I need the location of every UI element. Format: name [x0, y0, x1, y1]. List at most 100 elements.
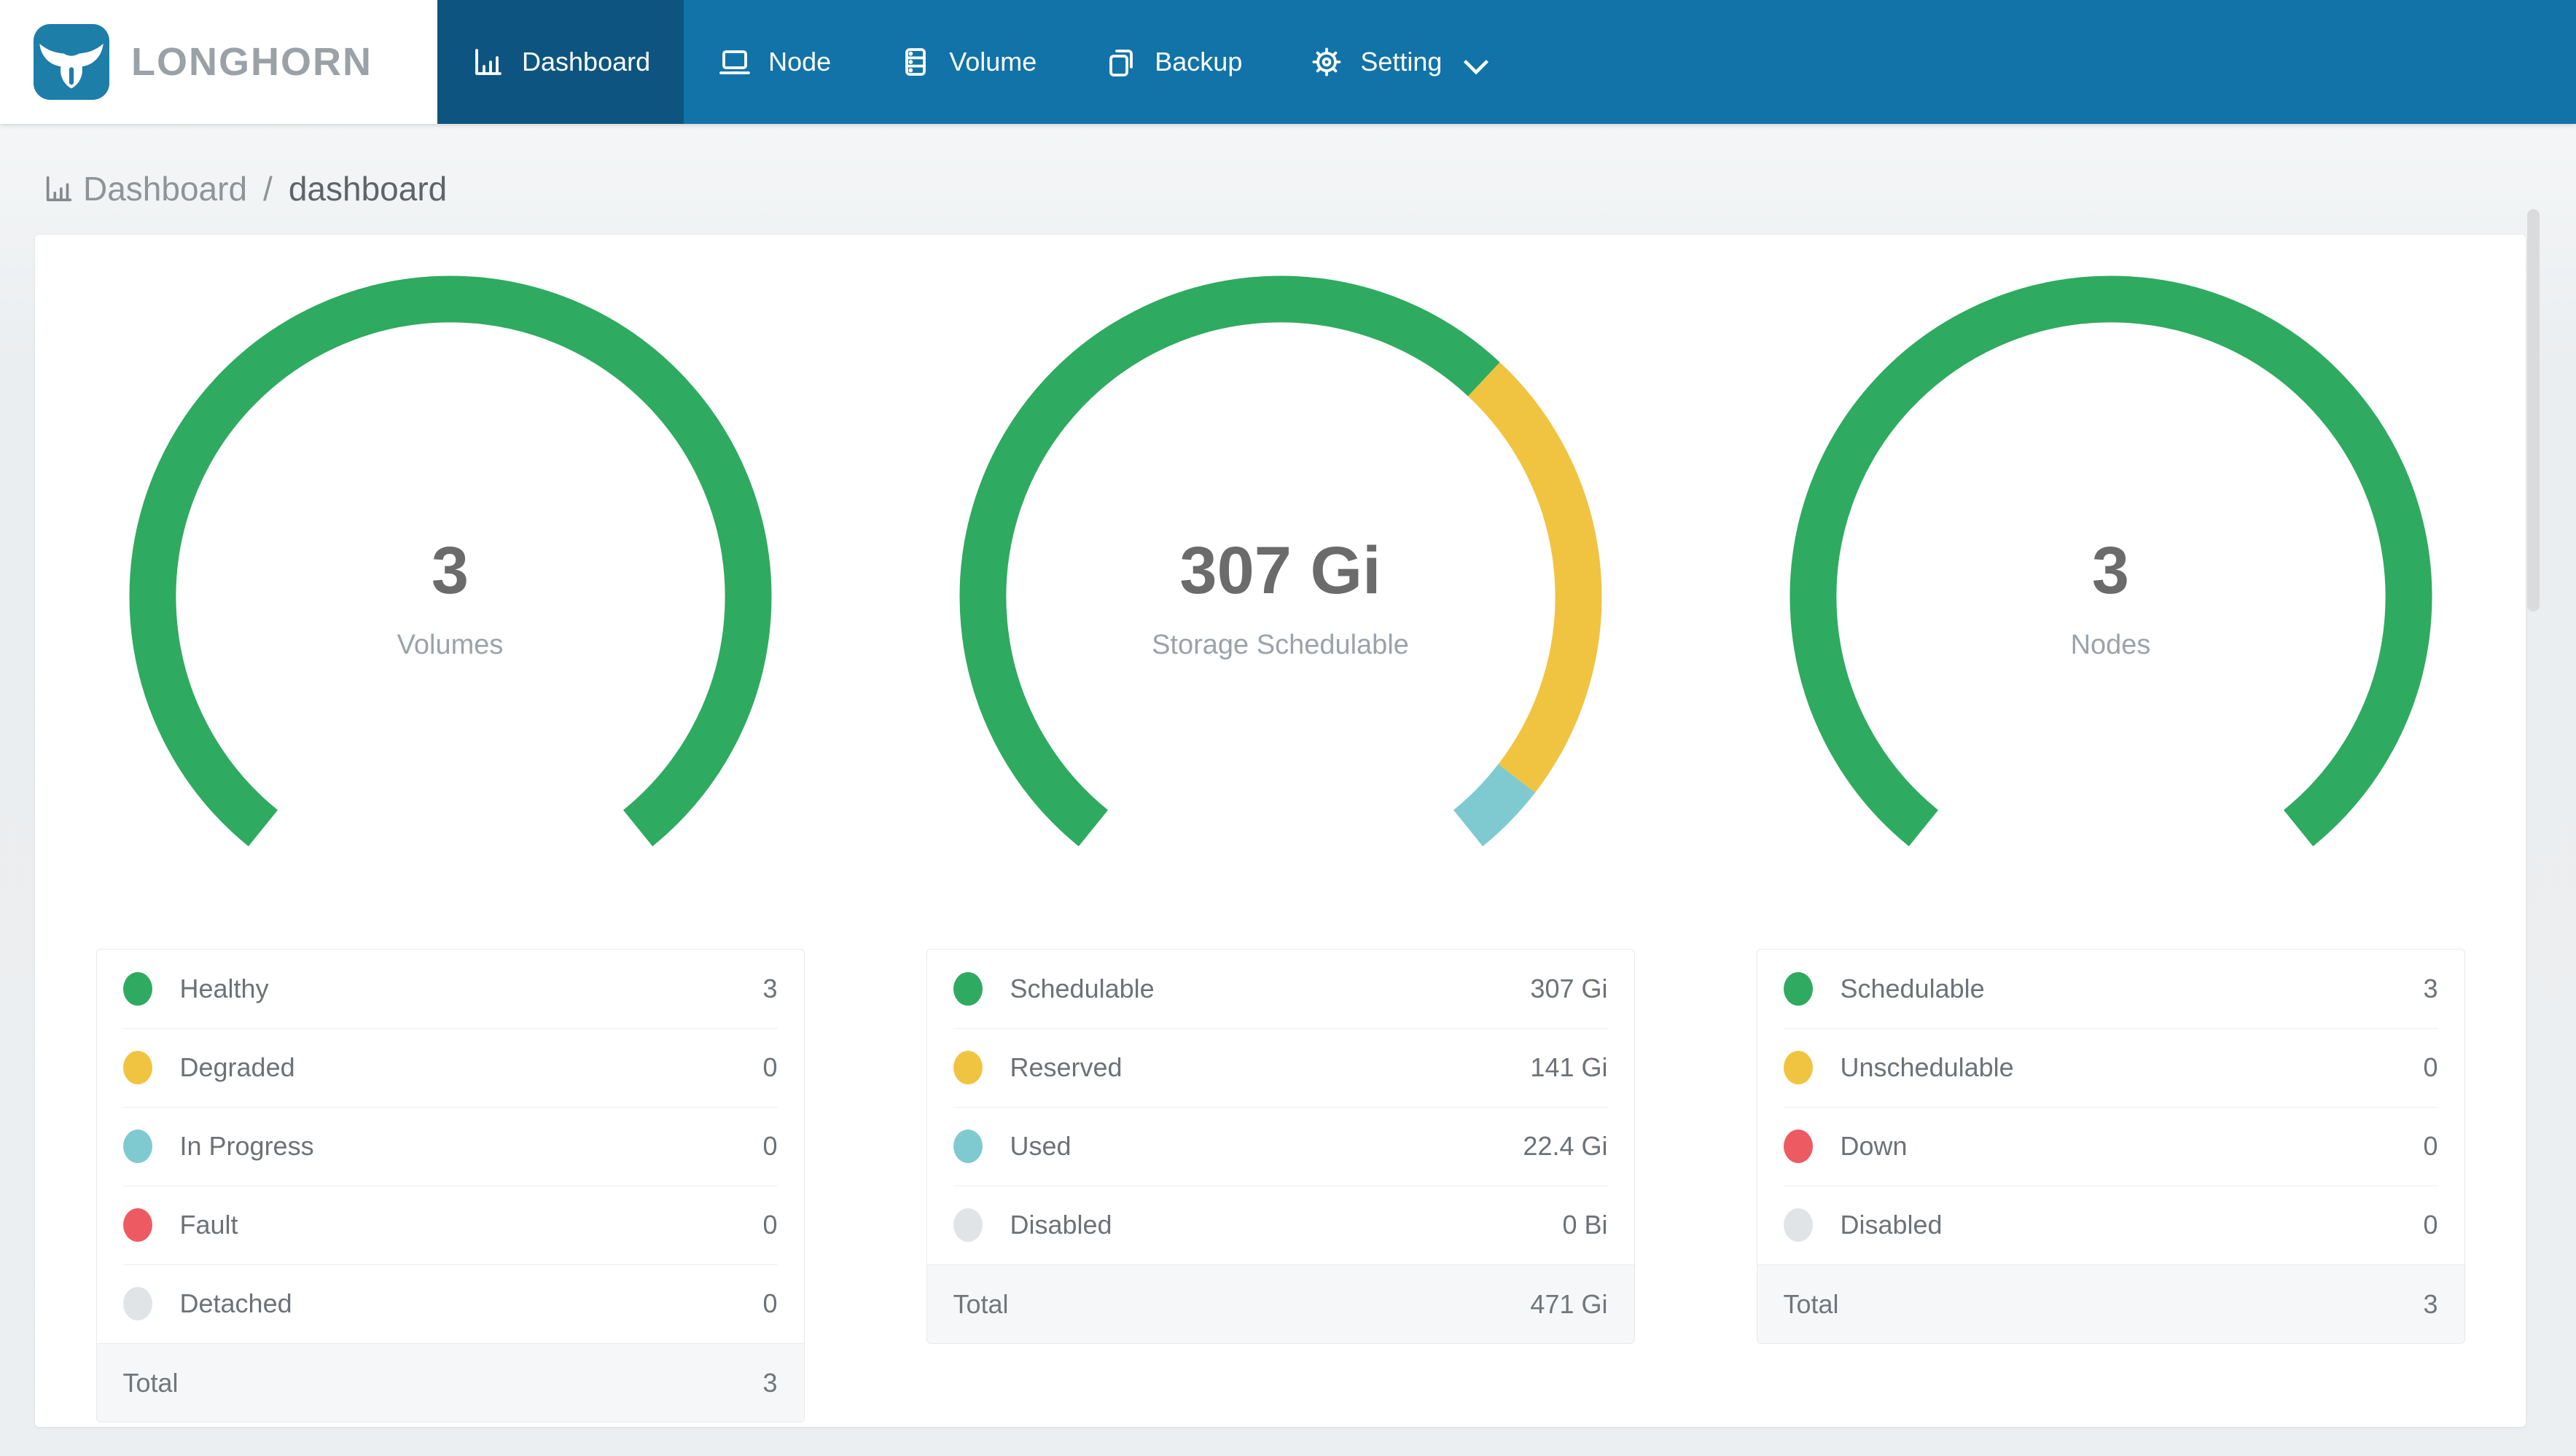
- legend-label: Healthy: [179, 974, 269, 1003]
- legend-value: 0: [762, 1131, 778, 1161]
- top-navbar: LONGHORN Dashboard Node Volume Backup Se…: [0, 0, 2576, 124]
- copy-icon: [1104, 44, 1139, 79]
- nav-label: Volume: [949, 47, 1037, 77]
- legend-value: 0: [2423, 1210, 2438, 1240]
- nav-label: Node: [768, 47, 832, 77]
- legend-label: Disabled: [1010, 1210, 1112, 1240]
- volumes-legend-table: Healthy 3 Degraded 0 In Progress 0 Fault…: [95, 949, 805, 1422]
- breadcrumb-current: dashboard: [288, 170, 448, 208]
- legend-dot: [122, 1130, 152, 1163]
- legend-dot: [122, 1208, 152, 1242]
- legend-dot: [1783, 972, 1813, 1006]
- legend-row-detached: Detached 0: [97, 1264, 804, 1343]
- legend-dot: [953, 1130, 983, 1163]
- legend-label: Unschedulable: [1840, 1052, 2014, 1082]
- gear-icon: [1309, 44, 1344, 79]
- legend-total-row: Total 3: [96, 1343, 804, 1422]
- nodes-column: 3 Nodes Schedulable 3 Unschedulable 0 Do…: [1695, 265, 2526, 1427]
- longhorn-dashboard-page: LONGHORN Dashboard Node Volume Backup Se…: [0, 0, 2576, 1456]
- legend-row-schedulable: Schedulable 307 Gi: [927, 950, 1634, 1028]
- legend-value: 0 Bi: [1562, 1210, 1608, 1240]
- breadcrumb: Dashboard / dashboard: [0, 124, 2576, 235]
- legend-dot: [1783, 1208, 1813, 1242]
- legend-row-reserved: Reserved 141 Gi: [927, 1028, 1634, 1107]
- legend-label: Down: [1840, 1131, 1908, 1161]
- storage-gauge: 307 Gi Storage Schedulable: [949, 265, 1612, 928]
- nodes-gauge-ring: [1789, 275, 2432, 847]
- gauge-segment-used: [1453, 764, 1535, 847]
- legend-dot: [953, 972, 983, 1006]
- legend-row-fault: Fault 0: [97, 1186, 804, 1264]
- nav-item-backup[interactable]: Backup: [1070, 0, 1276, 124]
- nav-item-setting[interactable]: Setting: [1276, 0, 1523, 124]
- nodes-legend-table: Schedulable 3 Unschedulable 0 Down 0 Dis…: [1756, 949, 2465, 1344]
- legend-label: Schedulable: [1840, 974, 1985, 1003]
- legend-value: 3: [2423, 974, 2438, 1003]
- legend-value: 22.4 Gi: [1523, 1131, 1608, 1161]
- gauge-segment-healthy: [129, 275, 771, 847]
- gauge-segment-reserved: [1467, 362, 1601, 793]
- legend-value: 141 Gi: [1530, 1052, 1608, 1082]
- total-label: Total: [122, 1367, 179, 1398]
- legend-total-row: Total 471 Gi: [926, 1264, 1634, 1343]
- legend-value: 0: [762, 1210, 778, 1240]
- total-value: 471 Gi: [1530, 1288, 1608, 1319]
- legend-label: Fault: [179, 1210, 238, 1240]
- legend-value: 0: [762, 1052, 778, 1082]
- total-value: 3: [762, 1367, 778, 1398]
- nav-menu: Dashboard Node Volume Backup Setting: [437, 0, 1523, 124]
- bar-chart-icon: [471, 44, 506, 79]
- legend-label: Used: [1010, 1131, 1072, 1161]
- legend-dot: [122, 972, 152, 1006]
- legend-label: Detached: [179, 1288, 292, 1318]
- volumes-column: 3 Volumes Healthy 3 Degraded 0 In Progre…: [35, 265, 865, 1427]
- legend-label: Degraded: [179, 1052, 295, 1082]
- legend-dot: [953, 1051, 983, 1084]
- legend-row-in-progress: In Progress 0: [97, 1107, 804, 1186]
- volumes-gauge-ring: [129, 275, 771, 847]
- longhorn-logo[interactable]: LONGHORN: [0, 0, 437, 124]
- logo-wordmark: LONGHORN: [131, 40, 372, 84]
- legend-row-schedulable: Schedulable 3: [1757, 950, 2464, 1028]
- storage-legend-table: Schedulable 307 Gi Reserved 141 Gi Used …: [926, 949, 1635, 1344]
- legend-label: Schedulable: [1010, 974, 1155, 1003]
- breadcrumb-section[interactable]: Dashboard: [83, 169, 247, 208]
- legend-row-unschedulable: Unschedulable 0: [1757, 1028, 2464, 1107]
- nav-item-volume[interactable]: Volume: [864, 0, 1070, 124]
- nav-item-node[interactable]: Node: [684, 0, 864, 124]
- database-icon: [898, 44, 933, 79]
- legend-row-disabled: Disabled 0 Bi: [927, 1186, 1634, 1264]
- total-value: 3: [2423, 1288, 2438, 1319]
- legend-row-healthy: Healthy 3: [97, 950, 804, 1028]
- legend-label: Reserved: [1010, 1052, 1123, 1082]
- legend-row-used: Used 22.4 Gi: [927, 1107, 1634, 1186]
- legend-value: 3: [762, 974, 778, 1003]
- legend-label: Disabled: [1840, 1210, 1943, 1240]
- longhorn-bull-icon: [34, 24, 109, 100]
- legend-value: 0: [2423, 1131, 2438, 1161]
- legend-row-down: Down 0: [1757, 1107, 2464, 1186]
- legend-row-disabled: Disabled 0: [1757, 1186, 2464, 1264]
- legend-value: 0: [762, 1288, 778, 1318]
- legend-row-degraded: Degraded 0: [97, 1028, 804, 1107]
- chevron-down-icon: [1462, 52, 1490, 75]
- legend-dot: [1783, 1130, 1813, 1163]
- gauge-segment-schedulable: [1789, 275, 2432, 847]
- storage-column: 307 Gi Storage Schedulable Schedulable 3…: [865, 265, 1695, 1427]
- nav-label: Setting: [1360, 47, 1443, 77]
- laptop-icon: [717, 44, 752, 79]
- nav-item-dashboard[interactable]: Dashboard: [437, 0, 684, 124]
- total-label: Total: [953, 1288, 1009, 1319]
- legend-label: In Progress: [179, 1131, 314, 1161]
- bar-chart-icon: [42, 172, 76, 206]
- legend-dot: [1783, 1051, 1813, 1084]
- total-label: Total: [1783, 1288, 1839, 1319]
- legend-value: 0: [2423, 1052, 2438, 1082]
- volumes-gauge: 3 Volumes: [119, 265, 782, 928]
- legend-dot: [953, 1208, 983, 1242]
- dashboard-card: 3 Volumes Healthy 3 Degraded 0 In Progre…: [35, 235, 2526, 1427]
- breadcrumb-separator: /: [263, 170, 273, 208]
- vertical-scrollbar-thumb[interactable]: [2527, 209, 2540, 611]
- legend-dot: [122, 1287, 152, 1320]
- nav-label: Dashboard: [522, 47, 651, 77]
